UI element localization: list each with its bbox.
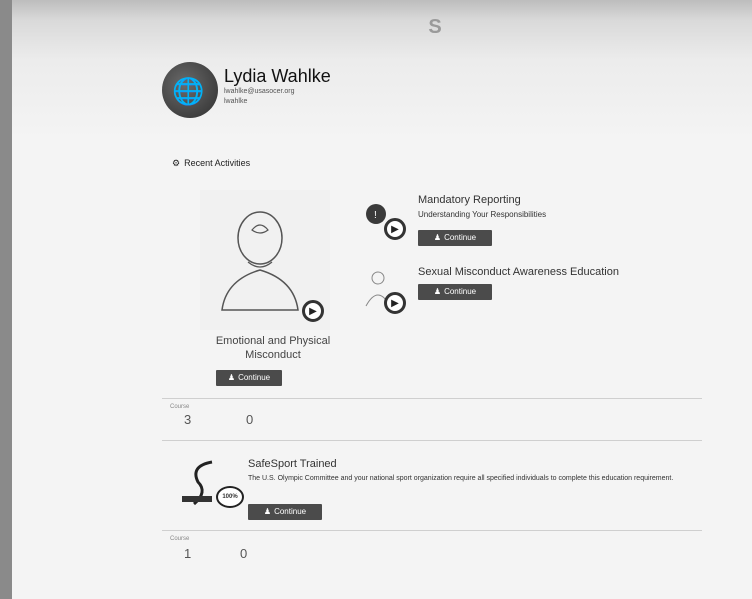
completion-badge: 100% (216, 486, 244, 508)
user-name: Lydia Wahlke (224, 66, 331, 86)
stat-value-courses: 3 (184, 412, 192, 427)
divider (162, 440, 702, 441)
continue-button-sexual-misconduct[interactable]: ♟ Continue (418, 284, 492, 300)
divider (162, 530, 702, 531)
globe-icon: 🌐 (172, 76, 205, 106)
featured-title-line1: Emotional and Physical (215, 335, 331, 347)
mandatory-reporting-icon[interactable]: ! ▶ (364, 200, 408, 244)
left-edge (0, 0, 12, 599)
play-icon: ▶ (391, 297, 399, 309)
play-button[interactable]: ▶ (384, 218, 406, 240)
continue-button-mandatory-reporting[interactable]: ♟ Continue (418, 230, 492, 246)
featured-course-title: Emotional and Physical Misconduct (188, 334, 358, 362)
recent-activities-heading: ⚙ Recent Activities (172, 158, 250, 169)
profile-header: S 🌐 Lydia Wahlke lwahlke@usasocer.org lw… (12, 0, 752, 140)
user-icon: ♟ (227, 373, 236, 382)
featured-title-line2: Misconduct (245, 349, 301, 361)
user-icon: ♟ (433, 287, 442, 296)
stat-value-second: 0 (240, 546, 248, 561)
stat-value-second: 0 (246, 412, 254, 427)
stat-label: Course (170, 536, 190, 542)
course-title-mandatory-reporting: Mandatory Reporting (418, 194, 521, 206)
play-button[interactable]: ▶ (302, 300, 324, 322)
recent-activities-label: Recent Activities (184, 158, 251, 168)
gear-icon: ⚙ (172, 158, 181, 168)
play-button[interactable]: ▶ (384, 292, 406, 314)
continue-label: Continue (444, 233, 477, 242)
safesport-description: The U.S. Olympic Committee and your nati… (248, 475, 674, 482)
svg-text:!: ! (374, 210, 377, 221)
user-icon: ♟ (263, 507, 272, 516)
course-title-sexual-misconduct: Sexual Misconduct Awareness Education (418, 266, 619, 278)
play-icon: ▶ (391, 223, 399, 235)
continue-label: Continue (444, 287, 477, 296)
divider (162, 398, 702, 399)
course-title-safesport: SafeSport Trained (248, 458, 337, 470)
featured-continue-label: Continue (238, 373, 271, 382)
stat-label: Course (170, 404, 190, 410)
featured-course-illustration[interactable]: ▶ (200, 190, 330, 330)
stat-value-courses: 1 (184, 546, 192, 561)
featured-continue-button[interactable]: ♟ Continue (216, 370, 282, 386)
course-subtitle-mandatory-reporting: Understanding Your Responsibilities (418, 210, 547, 219)
page: S 🌐 Lydia Wahlke lwahlke@usasocer.org lw… (12, 0, 752, 599)
play-icon: ▶ (309, 305, 317, 317)
user-id: lwahlke (224, 98, 248, 105)
user-icon: ♟ (433, 233, 442, 242)
user-email: lwahlke@usasocer.org (224, 88, 295, 95)
continue-button-safesport[interactable]: ♟ Continue (248, 504, 322, 520)
sexual-misconduct-icon[interactable]: ▶ (358, 266, 406, 314)
avatar[interactable]: 🌐 (162, 62, 218, 118)
brand-logo[interactable]: S (422, 16, 448, 38)
continue-label: Continue (274, 507, 307, 516)
